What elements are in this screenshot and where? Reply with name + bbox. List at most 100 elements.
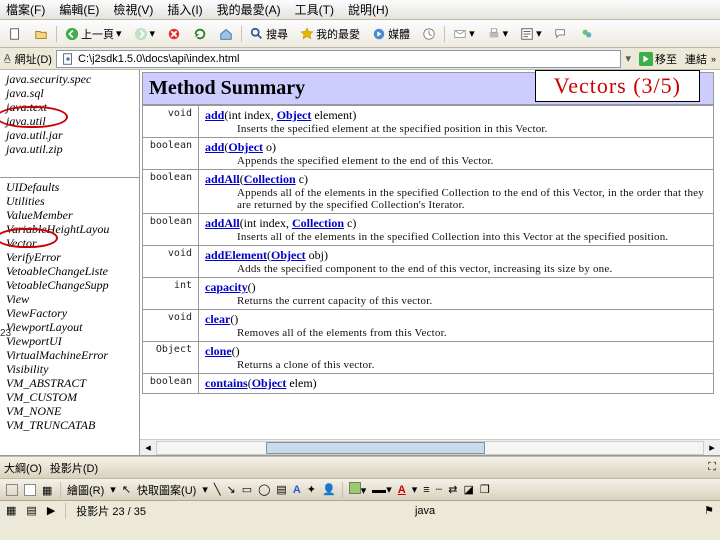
type-link[interactable]: Collection (244, 172, 296, 186)
list-item[interactable]: VetoableChangeListe (0, 264, 139, 278)
list-item[interactable]: java.util (0, 114, 139, 128)
list-item[interactable]: ViewFactory (0, 306, 139, 320)
method-link[interactable]: clear (205, 312, 230, 326)
list-item[interactable]: java.sql (0, 86, 139, 100)
type-link[interactable]: Collection (292, 216, 344, 230)
method-link[interactable]: add (205, 140, 224, 154)
list-item[interactable]: View (0, 292, 139, 306)
method-description: Adds the specified component to the end … (205, 263, 707, 275)
edit-button[interactable]: ▾ (516, 24, 546, 44)
diagram-icon[interactable]: ✦ (307, 483, 316, 496)
menu-insert[interactable]: 插入(I) (167, 1, 202, 18)
tab-outline[interactable]: 大綱(O) (4, 460, 42, 476)
type-link[interactable]: Object (228, 140, 263, 154)
open-button[interactable] (30, 24, 52, 44)
arrow-style-icon[interactable]: ⇄ (448, 483, 457, 496)
print-button[interactable]: ▾ (483, 24, 513, 44)
method-link[interactable]: addElement (205, 248, 267, 262)
rect-icon[interactable]: ▭ (242, 483, 252, 496)
media-button[interactable]: 媒體 (368, 24, 414, 44)
list-item[interactable]: java.util.zip (0, 142, 139, 156)
menu-edit[interactable]: 編輯(E) (59, 1, 99, 18)
method-link[interactable]: contains (205, 376, 248, 390)
list-item[interactable]: ValueMember (0, 208, 139, 222)
list-item[interactable]: VariableHeightLayou (0, 222, 139, 236)
menu-view[interactable]: 檢視(V) (113, 1, 153, 18)
fit-icon[interactable]: ⛶ (708, 461, 716, 474)
list-item[interactable]: ViewportUI (0, 334, 139, 348)
class-list[interactable]: UIDefaults Utilities ValueMember Variabl… (0, 178, 139, 455)
textbox-icon[interactable]: ▤ (276, 483, 286, 496)
package-list[interactable]: java.security.spec java.sql java.text ja… (0, 70, 139, 178)
clipart-icon[interactable]: 👤 (322, 483, 336, 496)
oval-icon[interactable]: ◯ (258, 483, 270, 496)
return-type: boolean (143, 170, 199, 214)
history-button[interactable] (418, 24, 440, 44)
method-cell: addElement(Object obj)Adds the specified… (199, 246, 714, 278)
list-item[interactable]: ViewportLayout (0, 320, 139, 334)
list-item[interactable]: VM_ABSTRACT (0, 376, 139, 390)
dash-style-icon[interactable]: ┄ (436, 483, 443, 496)
line-style-icon[interactable]: ≡ (423, 484, 429, 496)
menu-tools[interactable]: 工具(T) (295, 1, 334, 18)
list-item[interactable]: Utilities (0, 194, 139, 208)
method-link[interactable]: clone (205, 344, 232, 358)
list-item[interactable]: java.util.jar (0, 128, 139, 142)
method-link[interactable]: addAll (205, 172, 240, 186)
type-link[interactable]: Object (271, 248, 306, 262)
messenger-button[interactable] (576, 24, 598, 44)
search-button[interactable]: 搜尋 (246, 24, 292, 44)
go-button[interactable]: 移至 (635, 49, 681, 69)
select-icon[interactable]: ↖ (122, 483, 131, 496)
stop-button[interactable] (163, 24, 185, 44)
menu-help[interactable]: 說明(H) (348, 1, 389, 18)
refresh-button[interactable] (189, 24, 211, 44)
type-link[interactable]: Object (252, 376, 287, 390)
view-normal-icon[interactable]: ▦ (6, 504, 16, 517)
back-button[interactable]: 上一頁▾ (61, 24, 126, 44)
3d-icon[interactable]: ❒ (480, 483, 490, 496)
line-icon[interactable]: ╲ (214, 483, 221, 496)
draw-menu[interactable]: 繪圖(R) (67, 482, 104, 498)
list-item[interactable]: VirtualMachineError (0, 348, 139, 362)
method-link[interactable]: addAll (205, 216, 240, 230)
go-label: 移至 (655, 51, 677, 67)
line-color[interactable]: ▾ (372, 483, 392, 496)
view-show-icon[interactable]: ▶ (47, 504, 55, 517)
list-item[interactable]: VetoableChangeSupp (0, 278, 139, 292)
list-item[interactable]: VM_TRUNCATAB (0, 418, 139, 432)
links-label[interactable]: 連結 (685, 51, 707, 67)
type-link[interactable]: Object (277, 108, 312, 122)
address-field[interactable]: C:\j2sdk1.5.0\docs\api\index.html (56, 50, 622, 68)
list-item[interactable]: Visibility (0, 362, 139, 376)
font-color[interactable]: A (398, 484, 406, 496)
horizontal-scrollbar[interactable]: ◂▸ (140, 439, 720, 455)
list-item[interactable]: UIDefaults (0, 180, 139, 194)
autoshapes-menu[interactable]: 快取圖案(U) (137, 482, 196, 498)
fill-color[interactable]: ▾ (349, 482, 367, 497)
menu-file[interactable]: 檔案(F) (6, 1, 45, 18)
mail-button[interactable]: ▾ (449, 24, 479, 44)
discuss-button[interactable] (550, 24, 572, 44)
method-link[interactable]: capacity (205, 280, 248, 294)
wordart-icon[interactable]: A (293, 484, 301, 496)
list-item[interactable]: java.security.spec (0, 72, 139, 86)
list-item[interactable]: VerifyError (0, 250, 139, 264)
view-sorter-icon[interactable]: ▤ (26, 504, 36, 517)
method-link[interactable]: add (205, 108, 224, 122)
return-type: boolean (143, 138, 199, 170)
list-item[interactable]: VM_CUSTOM (0, 390, 139, 404)
list-item[interactable]: Vector (0, 236, 139, 250)
forward-button[interactable]: ▾ (130, 24, 160, 44)
menu-favorites[interactable]: 我的最愛(A) (217, 1, 281, 18)
javadoc-pane[interactable]: Method Summary voidadd(int index, Object… (140, 70, 720, 455)
method-cell: addAll(int index, Collection c)Inserts a… (199, 214, 714, 246)
favorites-button[interactable]: 我的最愛 (296, 24, 364, 44)
home-button[interactable] (215, 24, 237, 44)
tab-slide[interactable]: 投影片(D) (50, 460, 98, 476)
list-item[interactable]: VM_NONE (0, 404, 139, 418)
arrow-icon[interactable]: ↘ (226, 483, 235, 496)
shadow-icon[interactable]: ◪ (464, 483, 474, 496)
new-button[interactable] (4, 24, 26, 44)
list-item[interactable]: java.text (0, 100, 139, 114)
